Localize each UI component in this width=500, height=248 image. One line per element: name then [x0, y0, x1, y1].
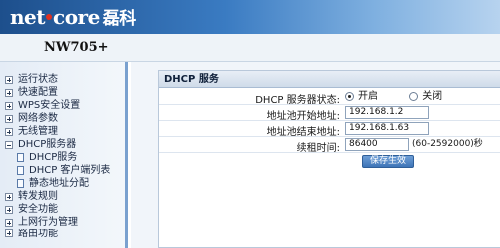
page-icon [17, 166, 24, 175]
page-icon [17, 153, 24, 162]
expand-plus-icon [5, 75, 13, 84]
sidebar-item-quick-setup[interactable]: 快速配置 [5, 86, 110, 99]
sidebar-item-dhcp-service[interactable]: DHCP服务 [5, 151, 110, 164]
page-icon [17, 179, 24, 188]
end-address-row: 地址池结束地址: 192.168.1.63 [159, 121, 500, 138]
sidebar-item-wireless[interactable]: 无线管理 [5, 125, 110, 138]
expand-plus-icon [5, 218, 13, 227]
dhcp-status-row: DHCP 服务器状态: 开启 关闭 [159, 89, 500, 106]
expand-plus-icon [5, 101, 13, 110]
expand-plus-icon [5, 229, 13, 237]
expand-plus-icon [5, 205, 13, 214]
dhcp-form: DHCP 服务器状态: 开启 关闭 地址池开始地址: 192.168.1.2 地… [159, 89, 500, 169]
panel-title: DHCP 服务 [159, 71, 500, 88]
radio-on-icon[interactable] [345, 91, 354, 101]
lease-time-label: 续租时间: [296, 143, 340, 154]
expand-plus-icon [5, 127, 13, 136]
collapse-minus-icon [5, 140, 13, 149]
start-address-row: 地址池开始地址: 192.168.1.2 [159, 105, 500, 122]
expand-plus-icon [5, 192, 13, 201]
lease-time-hint: (60-2592000)秒 [412, 139, 483, 149]
end-address-label: 地址池结束地址: [266, 127, 340, 138]
dhcp-status-label: DHCP 服务器状态: [255, 95, 340, 106]
sidebar-item-status[interactable]: 运行状态 [5, 73, 110, 86]
netcore-logo: net core 磊科 [10, 5, 136, 29]
sidebar-item-static-address[interactable]: 静态地址分配 [5, 177, 110, 190]
header-banner: net core 磊科 [0, 0, 500, 34]
sidebar-item-forwarding[interactable]: 转发规则 [5, 190, 110, 203]
lease-time-row: 续租时间: 86400 (60-2592000)秒 [159, 137, 500, 154]
radio-off-icon[interactable] [409, 91, 419, 101]
sidebar-menu: 运行状态 快速配置 WPS安全设置 网络参数 无线管理 DHCP服务器 DHCP… [5, 73, 110, 237]
end-address-input[interactable]: 192.168.1.63 [345, 122, 429, 135]
sidebar-item-security[interactable]: 安全功能 [5, 203, 110, 216]
sidebar-item-routing[interactable]: 路由功能 [5, 229, 110, 237]
sidebar-item-dhcp-server[interactable]: DHCP服务器 [5, 138, 110, 151]
sidebar-item-behavior[interactable]: 上网行为管理 [5, 216, 110, 229]
logo-dot-icon [46, 14, 53, 20]
radio-off-option[interactable]: 关闭 [409, 90, 442, 103]
content-area: DHCP 服务 DHCP 服务器状态: 开启 关闭 地址池开始地址: 192.1… [131, 62, 500, 248]
start-address-label: 地址池开始地址: [266, 111, 340, 122]
lease-time-input[interactable]: 86400 [345, 138, 409, 151]
expand-plus-icon [5, 88, 13, 97]
dhcp-status-options: 开启 关闭 [345, 90, 442, 103]
model-name: NW705+ [44, 40, 109, 55]
start-address-input[interactable]: 192.168.1.2 [345, 106, 429, 119]
radio-on-option[interactable]: 开启 [345, 90, 378, 103]
save-row: 保存生效 [159, 153, 500, 169]
expand-plus-icon [5, 114, 13, 123]
save-button[interactable]: 保存生效 [362, 155, 415, 168]
dhcp-panel: DHCP 服务 DHCP 服务器状态: 开启 关闭 地址池开始地址: 192.1… [158, 70, 500, 248]
sidebar: 运行状态 快速配置 WPS安全设置 网络参数 无线管理 DHCP服务器 DHCP… [0, 62, 128, 248]
sidebar-item-wps[interactable]: WPS安全设置 [5, 99, 110, 112]
model-bar: NW705+ [0, 34, 500, 62]
sidebar-item-network[interactable]: 网络参数 [5, 112, 110, 125]
sidebar-item-dhcp-clients[interactable]: DHCP 客户端列表 [5, 164, 110, 177]
